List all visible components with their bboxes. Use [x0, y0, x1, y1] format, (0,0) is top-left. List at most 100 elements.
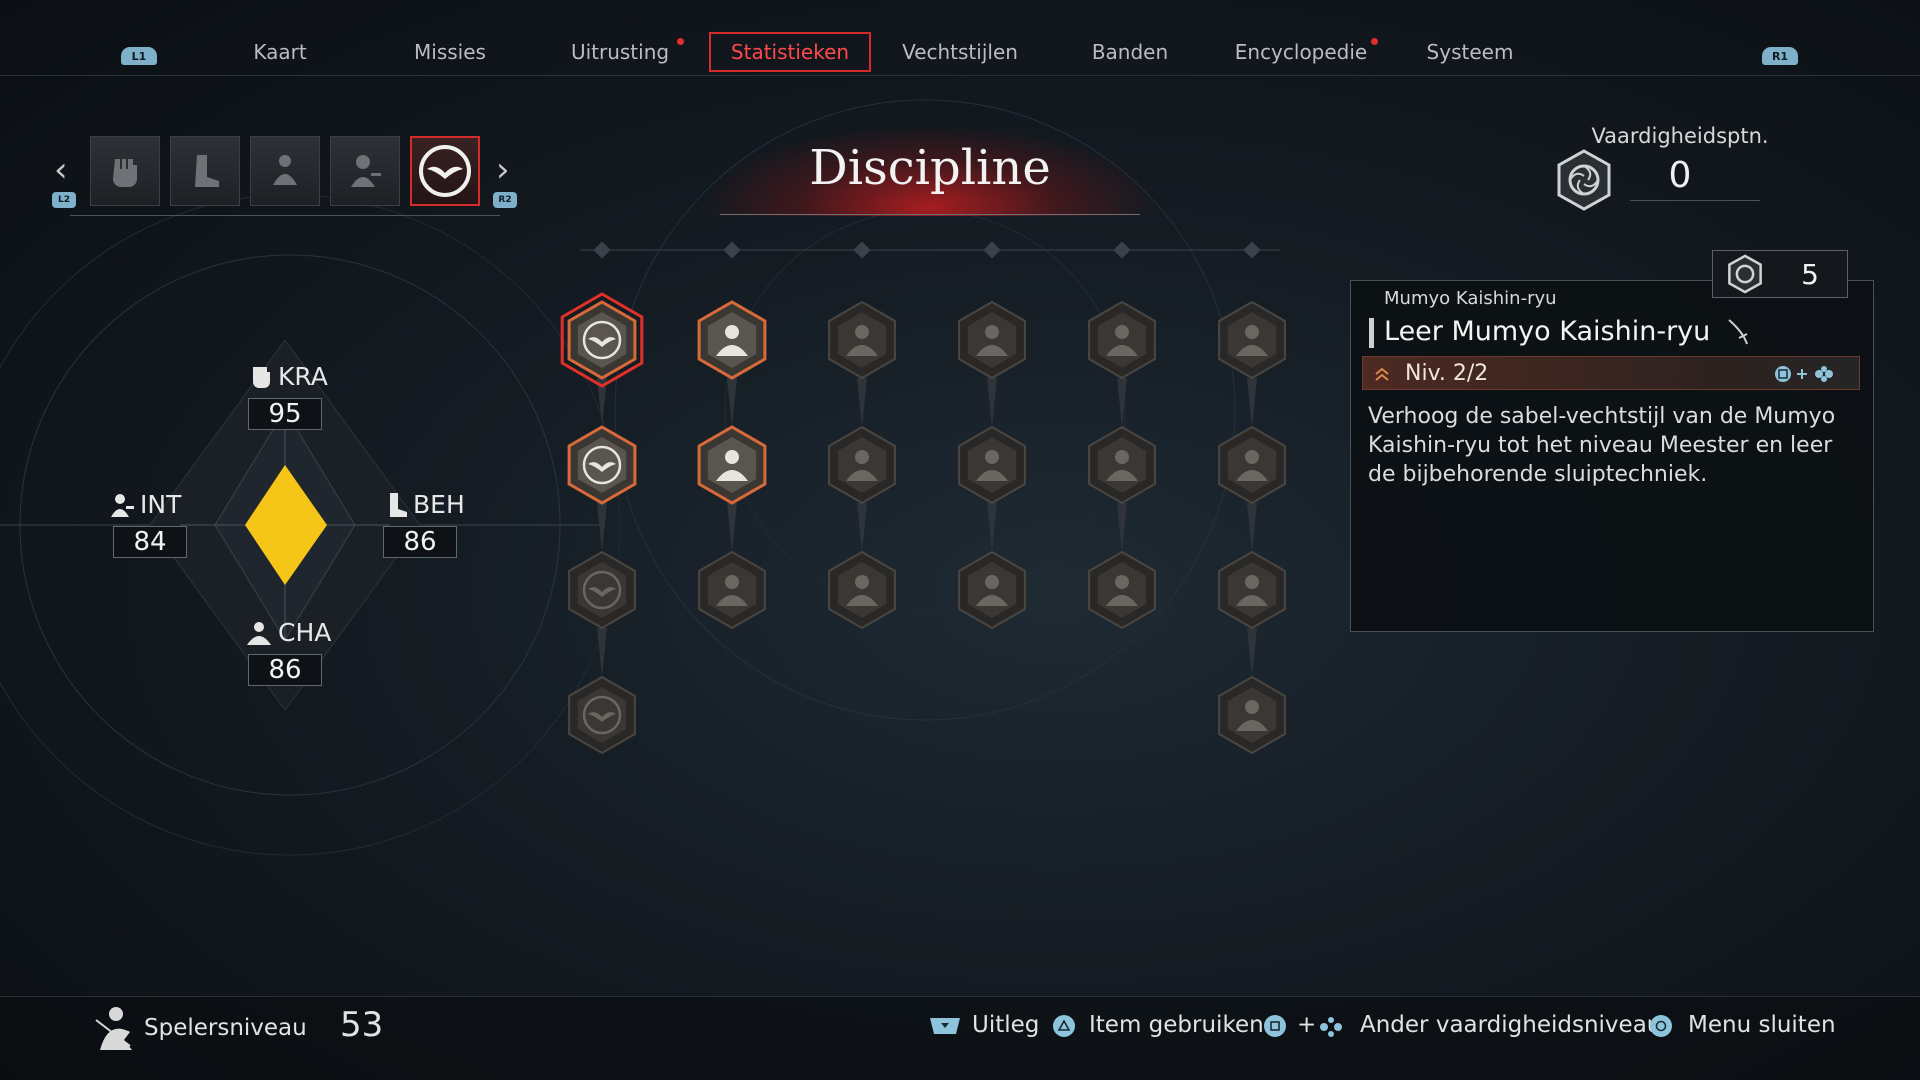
boot-icon — [195, 155, 219, 187]
l2-button[interactable]: L2 — [52, 192, 76, 208]
figure-icon — [1245, 700, 1259, 714]
skill-point-icon — [1728, 254, 1762, 294]
category-boot[interactable] — [170, 136, 240, 206]
figure-icon — [1245, 450, 1259, 464]
figure-icon — [855, 450, 869, 464]
stat-beh: BEH — [383, 490, 465, 519]
figure-icon — [725, 575, 739, 589]
category-fist[interactable] — [90, 136, 160, 206]
action-ander-vaardigheidsniveau[interactable]: Ander vaardigheidsniveau — [1360, 1012, 1661, 1038]
category-scholar[interactable] — [330, 136, 400, 206]
skill-node[interactable] — [1088, 550, 1156, 630]
tree-connector — [1117, 378, 1127, 427]
skill-node[interactable] — [697, 425, 767, 505]
skill-tree — [560, 241, 1286, 755]
stat-kra-label: KRA — [278, 362, 328, 391]
stat-cha-label: CHA — [278, 618, 332, 647]
skill-node[interactable] — [698, 550, 766, 630]
skill-node[interactable] — [568, 675, 636, 755]
r2-button[interactable]: R2 — [493, 192, 517, 208]
sword-icon — [1728, 318, 1748, 344]
stat-beh-value: 86 — [383, 526, 457, 558]
column-marker — [723, 241, 741, 259]
figure-icon — [985, 450, 999, 464]
page-title: Discipline — [809, 140, 1051, 196]
title-underline — [720, 214, 1140, 215]
samurai-icon — [95, 1007, 132, 1050]
figure-icon — [1115, 450, 1129, 464]
stat-cha-value: 86 — [248, 654, 322, 686]
skill-node[interactable] — [1218, 675, 1286, 755]
stat-kra-value: 95 — [248, 398, 322, 430]
column-marker — [983, 241, 1001, 259]
action-item-gebruiken[interactable]: Item gebruiken — [1089, 1012, 1264, 1038]
category-meditation[interactable] — [250, 136, 320, 206]
dpad-icon — [1320, 1017, 1342, 1037]
player-level-value: 53 — [340, 1005, 384, 1045]
scholar-icon — [351, 155, 381, 187]
stat-beh-label: BEH — [413, 490, 465, 519]
category-discipline[interactable] — [410, 136, 480, 206]
fist-icon — [252, 366, 270, 388]
skill-points-label: Vaardigheidsptn. — [1591, 124, 1769, 148]
player-level-label: Spelersniveau — [144, 1015, 307, 1041]
figure-icon — [855, 575, 869, 589]
skill-node[interactable] — [567, 425, 637, 505]
stat-cha: CHA — [244, 618, 331, 647]
tree-connector — [987, 503, 997, 552]
skill-node[interactable] — [958, 300, 1026, 380]
skill-node[interactable] — [560, 292, 644, 388]
tree-connector — [1247, 503, 1257, 552]
prev-category-chevron-icon[interactable]: ‹ — [54, 150, 68, 190]
skill-node[interactable] — [1218, 300, 1286, 380]
skill-title-text: Leer Mumyo Kaishin-ryu — [1384, 316, 1711, 347]
skill-title: Leer Mumyo Kaishin-ryu — [1384, 316, 1751, 348]
tree-connector — [597, 628, 607, 677]
boot-icon — [390, 492, 407, 517]
tree-connector — [987, 378, 997, 427]
square-button-icon — [1264, 1015, 1286, 1037]
stat-int: INT — [108, 490, 181, 519]
figure-icon — [1245, 575, 1259, 589]
figure-icon — [1245, 325, 1259, 339]
tree-connector — [727, 378, 737, 427]
circle-button-icon — [1650, 1015, 1672, 1037]
tree-connector — [857, 503, 867, 552]
points-underline — [1630, 200, 1760, 201]
stat-kra: KRA — [248, 362, 328, 391]
skill-category: Mumyo Kaishin-ryu — [1384, 288, 1557, 309]
fist-icon — [113, 159, 137, 187]
meditating-figure-icon — [273, 155, 297, 185]
column-marker — [853, 241, 871, 259]
stat-int-label: INT — [140, 490, 182, 519]
square-dpad-button-icon — [1775, 366, 1833, 382]
skill-node[interactable] — [1088, 300, 1156, 380]
skill-cost-value: 5 — [1801, 258, 1819, 291]
action-menu-sluiten[interactable]: Menu sluiten — [1688, 1012, 1836, 1038]
skill-node[interactable] — [828, 300, 896, 380]
skill-level-text: Niv. 2/2 — [1405, 361, 1489, 386]
title-accent-bar — [1369, 318, 1374, 348]
stat-int-value: 84 — [113, 526, 187, 558]
skill-point-icon — [1557, 149, 1611, 211]
skill-node[interactable] — [828, 550, 896, 630]
skill-node[interactable] — [828, 425, 896, 505]
action-uitleg[interactable]: Uitleg — [972, 1012, 1039, 1038]
skill-node[interactable] — [958, 550, 1026, 630]
skill-node[interactable] — [568, 550, 636, 630]
skill-node[interactable] — [958, 425, 1026, 505]
tree-connector — [727, 503, 737, 552]
plus-sign: + — [1297, 1012, 1317, 1038]
tree-connector — [1247, 378, 1257, 427]
skill-node[interactable] — [697, 300, 767, 380]
figure-icon — [725, 325, 739, 339]
meditating-figure-icon — [247, 621, 271, 645]
figure-icon — [1115, 575, 1129, 589]
tree-connector — [857, 378, 867, 427]
skill-node[interactable] — [1218, 425, 1286, 505]
next-category-chevron-icon[interactable]: › — [496, 150, 510, 190]
scholar-icon — [111, 493, 134, 517]
skill-node[interactable] — [1088, 425, 1156, 505]
figure-icon — [985, 575, 999, 589]
skill-node[interactable] — [1218, 550, 1286, 630]
